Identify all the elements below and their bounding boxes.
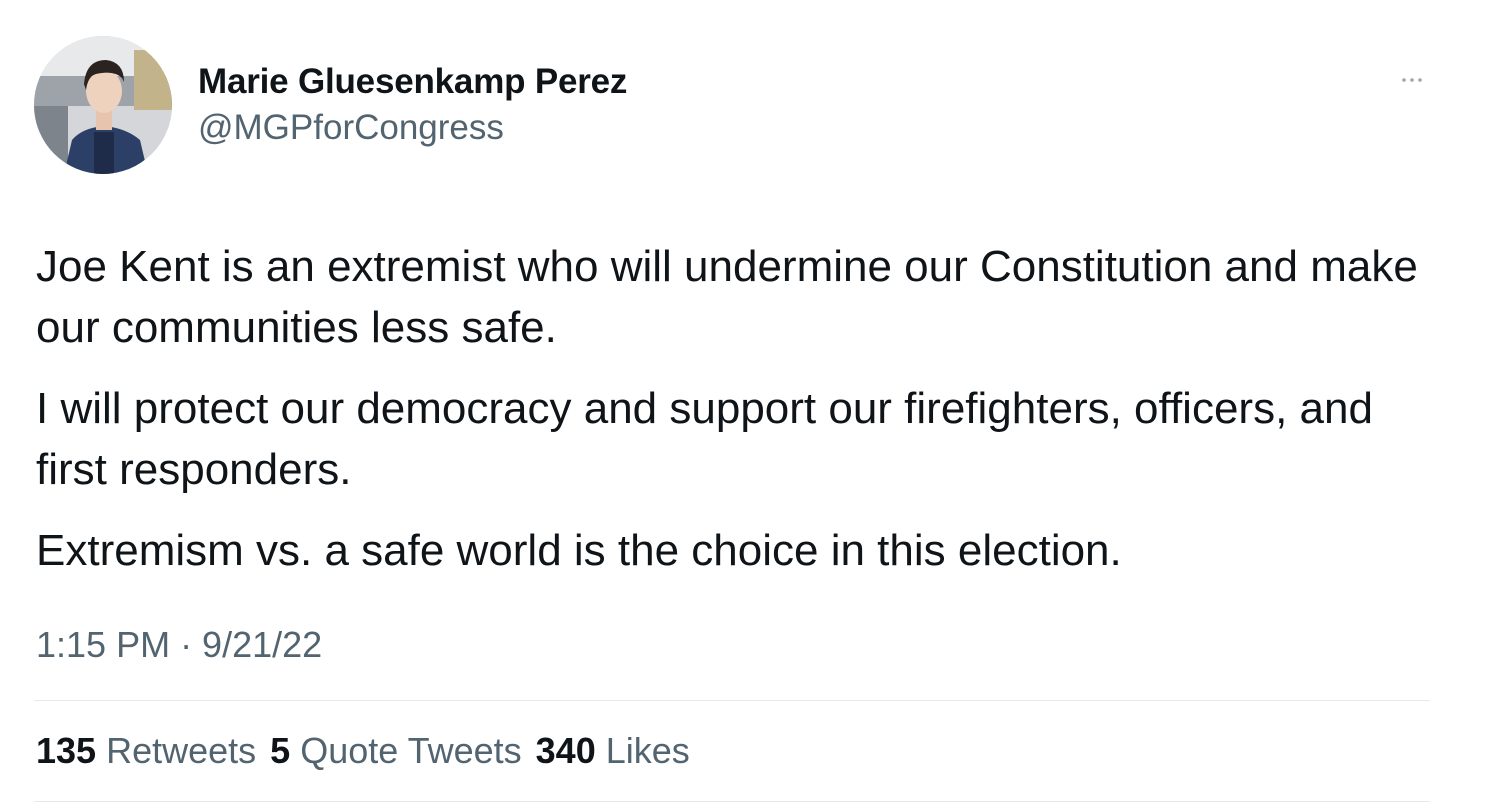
tweet-timestamp[interactable]: 1:15 PM · 9/21/22 [36, 624, 322, 666]
author-display-name[interactable]: Marie Gluesenkamp Perez [198, 62, 627, 102]
retweets-label: Retweets [106, 730, 257, 771]
engagement-stats: 135 Retweets 5 Quote Tweets 340 Likes [36, 730, 690, 772]
avatar[interactable] [34, 36, 172, 174]
author-handle[interactable]: @MGPforCongress [198, 108, 504, 148]
more-horizontal-icon [1402, 78, 1422, 82]
tweet-text: Joe Kent is an extremist who will underm… [36, 236, 1446, 601]
tweet-paragraph: Joe Kent is an extremist who will underm… [36, 242, 1418, 352]
divider [34, 801, 1430, 802]
quote-tweets-label: Quote Tweets [300, 730, 522, 771]
retweets-stat[interactable]: 135 Retweets [36, 730, 256, 772]
tweet-paragraph: I will protect our democracy and support… [36, 384, 1373, 494]
quote-tweets-stat[interactable]: 5 Quote Tweets [270, 730, 522, 772]
avatar-photo [34, 36, 172, 174]
quote-tweets-count: 5 [270, 730, 291, 771]
divider [34, 700, 1430, 701]
likes-stat[interactable]: 340 Likes [536, 730, 690, 772]
likes-label: Likes [605, 730, 690, 771]
more-options-button[interactable] [1394, 68, 1430, 92]
tweet-card: Marie Gluesenkamp Perez @MGPforCongress … [0, 0, 1488, 804]
likes-count: 340 [535, 730, 596, 771]
retweets-count: 135 [36, 730, 97, 771]
tweet-paragraph: Extremism vs. a safe world is the choice… [36, 526, 1122, 575]
